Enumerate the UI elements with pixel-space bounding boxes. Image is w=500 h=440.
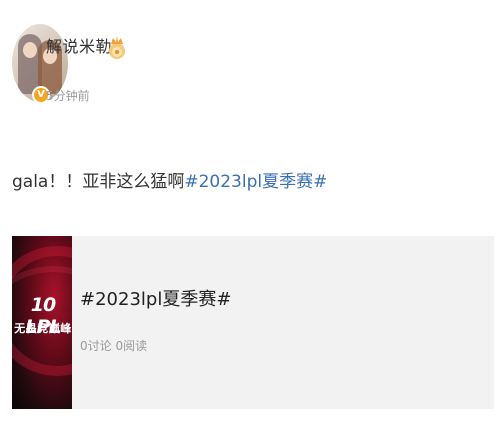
topic-card-stats: 0讨论 0阅读 [80, 339, 148, 353]
lpl-slogan: 无畏竞巅峰 [14, 322, 72, 335]
avatar-face-left [23, 42, 37, 58]
post-body: gala！！亚非这么猛啊#2023lpl夏季赛# [12, 170, 327, 194]
topic-card-title[interactable]: #2023lpl夏季赛# [80, 288, 231, 312]
topic-card[interactable]: 10 LPL 无畏竞巅峰 #2023lpl夏季赛# 0讨论 0阅读 [12, 236, 494, 409]
post-body-text: gala！！亚非这么猛啊 [12, 172, 185, 192]
post-hashtag-link[interactable]: #2023lpl夏季赛# [184, 172, 327, 192]
crown-icon [109, 36, 125, 59]
post-header: V 解说米勒 5分钟前 [12, 24, 492, 114]
post-timestamp[interactable]: 5分钟前 [46, 88, 90, 104]
topic-card-thumbnail[interactable]: 10 LPL 无畏竞巅峰 [12, 236, 72, 409]
author-username[interactable]: 解说米勒 [46, 36, 112, 58]
